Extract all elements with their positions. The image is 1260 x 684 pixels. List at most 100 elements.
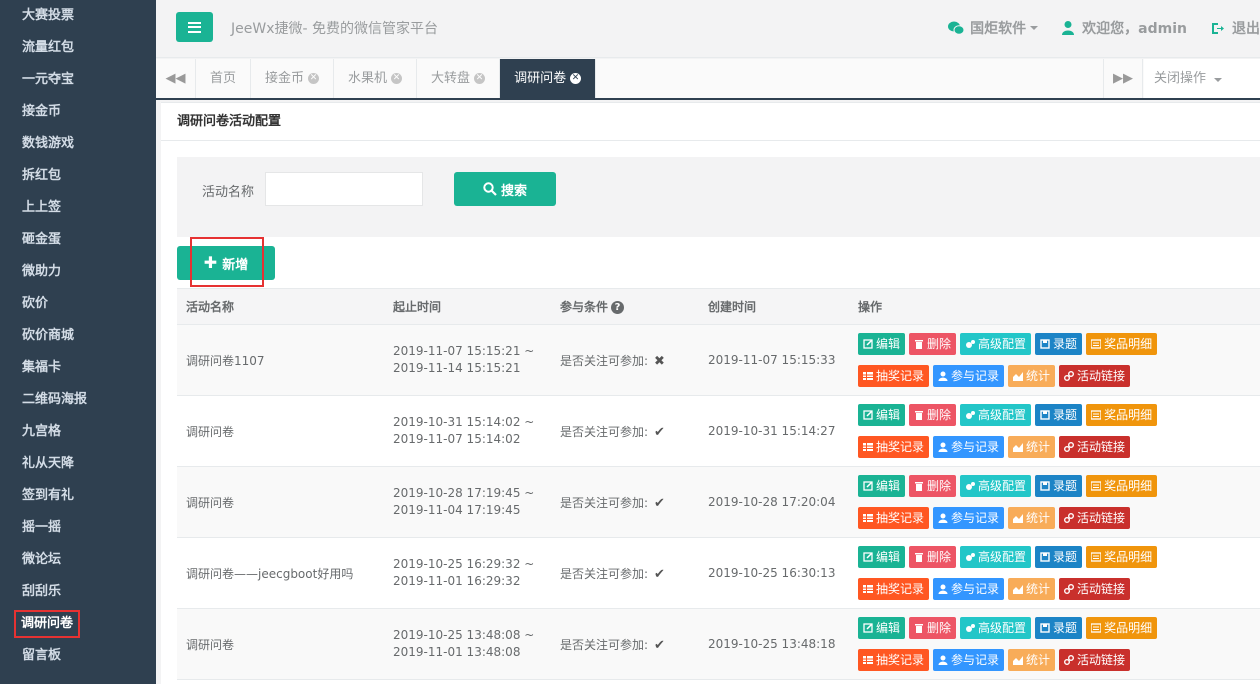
- end-time: 2019-11-01 16:29:32: [393, 574, 521, 588]
- sidebar-item[interactable]: 礼从天降: [0, 448, 156, 480]
- delete-button[interactable]: 删除: [909, 333, 957, 355]
- sidebar-item[interactable]: 留言板: [0, 640, 156, 672]
- advanced-config-button[interactable]: 高级配置: [960, 475, 1032, 497]
- sidebar-item[interactable]: 签到有礼: [0, 480, 156, 512]
- tab[interactable]: 大转盘 ✕: [417, 59, 501, 98]
- add-button[interactable]: ✚ 新增: [177, 246, 275, 280]
- prize-detail-button[interactable]: 奖品明细: [1086, 475, 1158, 497]
- logout-link[interactable]: 退出: [1211, 18, 1260, 38]
- sidebar-item[interactable]: 砍价: [0, 288, 156, 320]
- prize-detail-button[interactable]: 奖品明细: [1086, 617, 1158, 639]
- area-chart-icon: [1013, 656, 1024, 665]
- advanced-config-button[interactable]: 高级配置: [960, 404, 1032, 426]
- sidebar-item[interactable]: 流量红包: [0, 32, 156, 64]
- activity-link-button[interactable]: 活动链接: [1059, 507, 1131, 529]
- tab[interactable]: 首页: [196, 59, 252, 98]
- sidebar-item[interactable]: 拆红包: [0, 160, 156, 192]
- stats-button[interactable]: 统计: [1008, 436, 1056, 458]
- advanced-config-button[interactable]: 高级配置: [960, 333, 1032, 355]
- activity-link-button[interactable]: 活动链接: [1059, 365, 1131, 387]
- sidebar-item[interactable]: 微论坛: [0, 544, 156, 576]
- operation-label: 录题: [1053, 621, 1078, 635]
- edit-button[interactable]: 编辑: [858, 546, 906, 568]
- trash-icon: [915, 411, 924, 420]
- stats-button[interactable]: 统计: [1008, 507, 1056, 529]
- sidebar-item[interactable]: 集福卡: [0, 352, 156, 384]
- delete-button[interactable]: 删除: [909, 617, 957, 639]
- sidebar-item[interactable]: 砸金蛋: [0, 224, 156, 256]
- sidebar-item[interactable]: 二维码海报: [0, 384, 156, 416]
- search-button[interactable]: 搜索: [454, 172, 556, 206]
- condition-label: 是否关注可参加:: [560, 424, 649, 439]
- condition-cell: 是否关注可参加: ✖: [551, 324, 699, 396]
- participation-record-button[interactable]: 参与记录: [933, 578, 1005, 600]
- advanced-config-button[interactable]: 高级配置: [960, 617, 1032, 639]
- tab[interactable]: 调研问卷 ✕: [500, 59, 597, 98]
- lottery-record-button[interactable]: 抽奖记录: [858, 365, 930, 387]
- prize-detail-button[interactable]: 奖品明细: [1086, 404, 1158, 426]
- participation-record-button[interactable]: 参与记录: [933, 436, 1005, 458]
- participation-record-button[interactable]: 参与记录: [933, 365, 1005, 387]
- sidebar-item-label: 接金币: [22, 104, 62, 119]
- close-tab-icon[interactable]: ✕: [308, 73, 320, 84]
- questions-button[interactable]: 录题: [1035, 404, 1083, 426]
- sidebar-item[interactable]: 一元夺宝: [0, 64, 156, 96]
- advanced-config-button[interactable]: 高级配置: [960, 546, 1032, 568]
- participation-record-button[interactable]: 参与记录: [933, 649, 1005, 671]
- sidebar-item[interactable]: 微助力: [0, 256, 156, 288]
- stats-button[interactable]: 统计: [1008, 649, 1056, 671]
- delete-button[interactable]: 删除: [909, 404, 957, 426]
- sidebar-item[interactable]: 数钱游戏: [0, 128, 156, 160]
- sidebar: 大赛投票 流量红包 一元夺宝接金币数钱游戏 拆红包 上上签 砸金蛋 微助力 砍价 砍价商城 集福卡…: [0, 0, 156, 684]
- delete-button[interactable]: 删除: [909, 546, 957, 568]
- edit-button[interactable]: 编辑: [858, 333, 906, 355]
- sidebar-item[interactable]: 九宫格: [0, 416, 156, 448]
- close-tab-icon[interactable]: ✕: [474, 73, 486, 84]
- close-tab-icon[interactable]: ✕: [570, 73, 582, 84]
- sidebar-item[interactable]: 砍价商城: [0, 320, 156, 352]
- lottery-record-button[interactable]: 抽奖记录: [858, 578, 930, 600]
- tabs-scroll-left-button[interactable]: ◀◀: [156, 59, 196, 98]
- company-menu[interactable]: 国炬软件: [948, 18, 1039, 38]
- participation-record-button[interactable]: 参与记录: [933, 507, 1005, 529]
- start-time: 2019-10-31 15:14:02 ~: [393, 415, 535, 429]
- sidebar-item[interactable]: 调研问卷: [0, 608, 156, 640]
- delete-button[interactable]: 删除: [909, 475, 957, 497]
- edit-button[interactable]: 编辑: [858, 617, 906, 639]
- questions-button[interactable]: 录题: [1035, 475, 1083, 497]
- stats-button[interactable]: 统计: [1008, 365, 1056, 387]
- close-tab-icon[interactable]: ✕: [391, 73, 403, 84]
- menu-toggle-button[interactable]: [176, 12, 213, 42]
- sidebar-item[interactable]: 上上签: [0, 192, 156, 224]
- lottery-record-button[interactable]: 抽奖记录: [858, 436, 930, 458]
- tab-label: 接金币: [265, 71, 305, 86]
- stats-button[interactable]: 统计: [1008, 578, 1056, 600]
- prize-detail-button[interactable]: 奖品明细: [1086, 333, 1158, 355]
- created-time-cell: 2019-10-25 16:30:13: [699, 537, 849, 609]
- questions-button[interactable]: 录题: [1035, 333, 1083, 355]
- welcome-user[interactable]: 欢迎您，admin: [1062, 18, 1187, 38]
- sidebar-item[interactable]: 接金币: [0, 96, 156, 128]
- tabs-scroll-right-button[interactable]: ▶▶: [1103, 59, 1143, 98]
- close-operations-menu[interactable]: 关闭操作: [1144, 59, 1260, 98]
- tab[interactable]: 水果机 ✕: [334, 59, 418, 98]
- sidebar-item-label: 刮刮乐: [22, 584, 62, 599]
- help-icon[interactable]: ?: [611, 301, 625, 314]
- activity-link-button[interactable]: 活动链接: [1059, 649, 1131, 671]
- activity-link-button[interactable]: 活动链接: [1059, 578, 1131, 600]
- lottery-record-button[interactable]: 抽奖记录: [858, 649, 930, 671]
- lottery-record-button[interactable]: 抽奖记录: [858, 507, 930, 529]
- sidebar-item[interactable]: 刮刮乐: [0, 576, 156, 608]
- questions-button[interactable]: 录题: [1035, 546, 1083, 568]
- edit-button[interactable]: 编辑: [858, 404, 906, 426]
- tab[interactable]: 接金币 ✕: [251, 59, 335, 98]
- sidebar-item[interactable]: 大赛投票: [0, 0, 156, 32]
- operation-label: 抽奖记录: [876, 653, 925, 667]
- questions-button[interactable]: 录题: [1035, 617, 1083, 639]
- activity-name-input[interactable]: [265, 172, 423, 206]
- activity-link-button[interactable]: 活动链接: [1059, 436, 1131, 458]
- sidebar-item[interactable]: 摇一摇: [0, 512, 156, 544]
- prize-detail-button[interactable]: 奖品明细: [1086, 546, 1158, 568]
- edit-button[interactable]: 编辑: [858, 475, 906, 497]
- follow-required-icon: ✖: [654, 353, 665, 369]
